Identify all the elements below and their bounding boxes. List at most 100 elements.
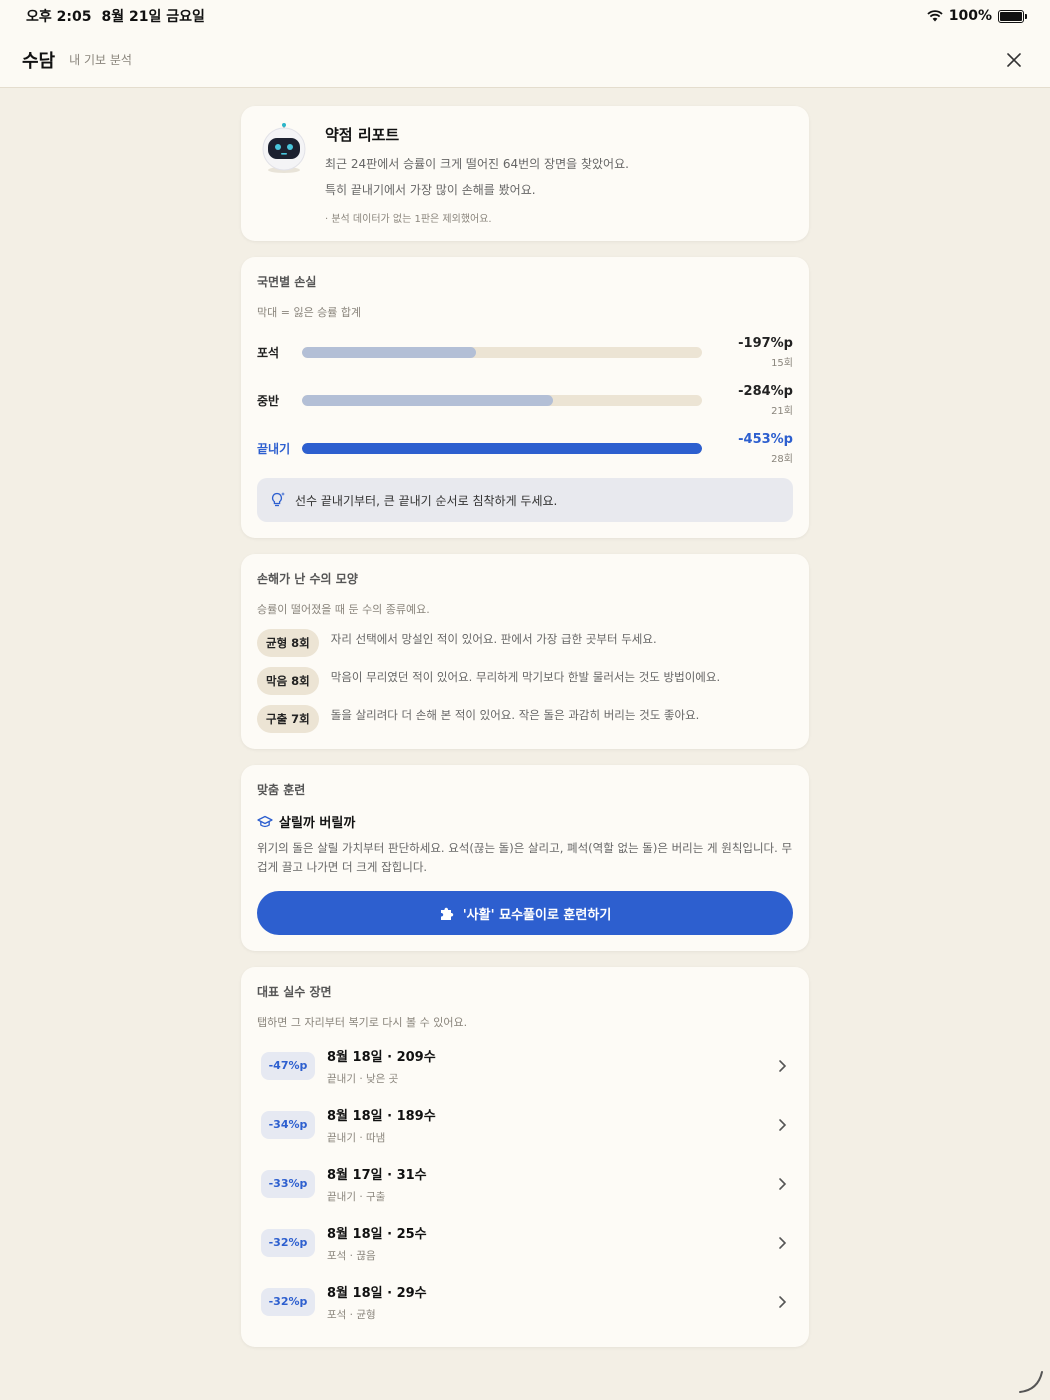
phase-bar-fill xyxy=(302,442,702,454)
status-right: 100% xyxy=(927,8,1027,24)
app-header: 수담 내 기보 분석 xyxy=(0,32,1050,88)
training-name: 살릴까 버릴까 xyxy=(279,816,356,831)
phase-label: 중반 xyxy=(257,393,280,408)
wifi-icon xyxy=(927,10,943,22)
training-head: 살릴까 버릴까 xyxy=(257,812,793,831)
mistake-info: 8월 18일 · 209수 끝내기 · 낮은 곳 xyxy=(327,1046,436,1086)
phase-bar-track xyxy=(302,346,702,358)
chevron-right-icon xyxy=(779,1177,787,1190)
pattern-list: 균형 8회 자리 선택에서 망설인 적이 있어요. 판에서 가장 급한 곳부터 … xyxy=(257,629,793,733)
pattern-pill: 균형 8회 xyxy=(257,629,319,657)
mistake-item-title: 8월 17일 · 31수 xyxy=(327,1167,427,1183)
phase-loss-pct: -197%p xyxy=(738,335,793,351)
mistake-item[interactable]: -33%p 8월 17일 · 31수 끝내기 · 구출 xyxy=(257,1154,793,1213)
close-button[interactable] xyxy=(1000,46,1028,74)
loss-badge: -32%p xyxy=(261,1228,315,1257)
phase-value: -197%p 15회 xyxy=(738,336,793,369)
mistake-item-title: 8월 18일 · 189수 xyxy=(327,1108,436,1124)
phase-value: -284%p 21회 xyxy=(738,384,793,417)
mistake-title: 대표 실수 장면 xyxy=(257,985,332,999)
robot-icon xyxy=(262,123,306,173)
phase-value: -453%p 28회 xyxy=(738,432,793,465)
mistake-item-title: 8월 18일 · 25수 xyxy=(327,1226,427,1242)
app-title: 수담 xyxy=(22,50,56,72)
phase-label: 포석 xyxy=(257,345,280,360)
chevron-right-icon xyxy=(779,1295,787,1308)
mistake-card: 대표 실수 장면 탭하면 그 자리부터 복기로 다시 볼 수 있어요. -47%… xyxy=(241,967,809,1347)
pattern-desc: 자리 선택에서 망설인 적이 있어요. 판에서 가장 급한 곳부터 두세요. xyxy=(330,632,657,646)
puzzle-icon xyxy=(440,907,453,920)
report-title: 약점 리포트 xyxy=(325,126,400,144)
mistake-item-title: 8월 18일 · 209수 xyxy=(327,1049,436,1065)
mistake-item-title: 8월 18일 · 29수 xyxy=(327,1285,427,1301)
start-training-label: '사활' 묘수풀이로 훈련하기 xyxy=(462,907,612,923)
graduation-cap-icon xyxy=(257,815,273,827)
app-subtitle: 내 기보 분석 xyxy=(69,53,132,67)
training-desc: 위기의 돌은 살릴 가치부터 판단하세요. 요석(끊는 돌)은 살리고, 폐석(… xyxy=(257,841,793,874)
tip-text: 선수 끝내기부터, 큰 끝내기 순서로 침착하게 두세요. xyxy=(295,493,558,508)
tip-box: 선수 끝내기부터, 큰 끝내기 순서로 침착하게 두세요. xyxy=(257,478,793,522)
phase-loss-card: 국면별 손실 막대 = 잃은 승률 합계 포석 -197%p 15회 중반 -2… xyxy=(241,257,809,538)
chevron-right-icon xyxy=(779,1059,787,1072)
phase-bar-fill xyxy=(302,346,476,358)
battery-icon xyxy=(998,9,1027,23)
mistake-item[interactable]: -32%p 8월 18일 · 29수 포석 · 균형 xyxy=(257,1272,793,1331)
status-time: 오후 2:05 xyxy=(26,9,92,25)
phase-row-endgame: 끝내기 -453%p 28회 xyxy=(257,424,793,472)
status-bar: 오후 2:05 8월 21일 금요일 100% xyxy=(0,0,1050,32)
battery-percent: 100% xyxy=(948,8,992,24)
mistake-item[interactable]: -32%p 8월 18일 · 25수 포석 · 끊음 xyxy=(257,1213,793,1272)
phase-bar-fill xyxy=(302,394,553,406)
phase-row-opening: 포석 -197%p 15회 xyxy=(257,328,793,376)
mistake-list: -47%p 8월 18일 · 209수 끝내기 · 낮은 곳 -34%p 8월 … xyxy=(257,1036,793,1331)
move-pattern-card: 손해가 난 수의 모양 승률이 떨어졌을 때 둔 수의 종류예요. 균형 8회 … xyxy=(241,554,809,749)
chevron-right-icon xyxy=(779,1236,787,1249)
mistake-info: 8월 18일 · 189수 끝내기 · 따냄 xyxy=(327,1105,436,1145)
mistake-item-sub: 포석 · 균형 xyxy=(327,1308,376,1321)
pattern-desc: 돌을 살리려다 더 손해 본 적이 있어요. 작은 돌은 과감히 버리는 것도 … xyxy=(330,708,700,722)
report-note: · 분석 데이터가 없는 1판은 제외했어요. xyxy=(325,214,492,225)
phase-loss-count: 15회 xyxy=(771,357,793,369)
pattern-row: 구출 7회 돌을 살리려다 더 손해 본 적이 있어요. 작은 돌은 과감히 버… xyxy=(257,705,793,733)
loss-badge: -33%p xyxy=(261,1169,315,1198)
chevron-right-icon xyxy=(779,1118,787,1131)
pattern-pill: 막음 8회 xyxy=(257,667,319,695)
mistake-item-sub: 끝내기 · 구출 xyxy=(327,1190,386,1203)
mistake-item[interactable]: -34%p 8월 18일 · 189수 끝내기 · 따냄 xyxy=(257,1095,793,1154)
training-card: 맞춤 훈련 살릴까 버릴까 위기의 돌은 살릴 가치부터 판단하세요. 요석(끊… xyxy=(241,765,809,951)
loss-badge: -34%p xyxy=(261,1110,315,1139)
mistake-item[interactable]: -47%p 8월 18일 · 209수 끝내기 · 낮은 곳 xyxy=(257,1036,793,1095)
weakness-report-card: 약점 리포트 최근 24판에서 승률이 크게 떨어진 64번의 장면을 찾았어요… xyxy=(241,106,809,241)
pattern-pill: 구출 7회 xyxy=(257,705,319,733)
resize-handle-icon xyxy=(1019,1371,1043,1393)
phase-bar-track xyxy=(302,394,702,406)
phase-loss-count: 21회 xyxy=(771,405,793,417)
report-highlight: 특히 끝내기에서 가장 많이 손해를 봤어요. xyxy=(325,183,536,197)
robot-avatar xyxy=(259,120,309,225)
start-training-button[interactable]: '사활' 묘수풀이로 훈련하기 xyxy=(257,891,793,935)
phase-loss-pct: -284%p xyxy=(738,383,793,399)
phase-row-middle: 중반 -284%p 21회 xyxy=(257,376,793,424)
phase-label: 끝내기 xyxy=(257,441,291,456)
pattern-row: 막음 8회 막음이 무리였던 적이 있어요. 무리하게 막기보다 한발 물러서는… xyxy=(257,667,793,695)
loss-badge: -47%p xyxy=(261,1051,315,1080)
report-body: 약점 리포트 최근 24판에서 승률이 크게 떨어진 64번의 장면을 찾았어요… xyxy=(325,120,629,225)
status-date: 8월 21일 금요일 xyxy=(101,9,205,25)
phase-bar-track xyxy=(302,442,702,454)
mistake-info: 8월 18일 · 29수 포석 · 균형 xyxy=(327,1282,427,1322)
move-pattern-subtitle: 승률이 떨어졌을 때 둔 수의 종류예요. xyxy=(257,603,430,616)
pattern-row: 균형 8회 자리 선택에서 망설인 적이 있어요. 판에서 가장 급한 곳부터 … xyxy=(257,629,793,657)
move-pattern-title: 손해가 난 수의 모양 xyxy=(257,572,358,586)
mistake-item-sub: 끝내기 · 따냄 xyxy=(327,1131,386,1144)
mistake-info: 8월 18일 · 25수 포석 · 끊음 xyxy=(327,1223,427,1263)
phase-loss-count: 28회 xyxy=(771,453,793,465)
pattern-desc: 막음이 무리였던 적이 있어요. 무리하게 막기보다 한발 물러서는 것도 방법… xyxy=(330,670,721,684)
main-content: 약점 리포트 최근 24판에서 승률이 크게 떨어진 64번의 장면을 찾았어요… xyxy=(241,106,809,1347)
status-left: 오후 2:05 8월 21일 금요일 xyxy=(26,6,205,26)
phase-loss-title: 국면별 손실 xyxy=(257,275,317,289)
phase-list: 포석 -197%p 15회 중반 -284%p 21회 끝내기 -453%p 2… xyxy=(257,328,793,472)
phase-loss-pct: -453%p xyxy=(738,431,793,447)
battery-level xyxy=(1000,11,1022,21)
lightbulb-icon xyxy=(271,492,285,507)
training-title: 맞춤 훈련 xyxy=(257,783,306,797)
